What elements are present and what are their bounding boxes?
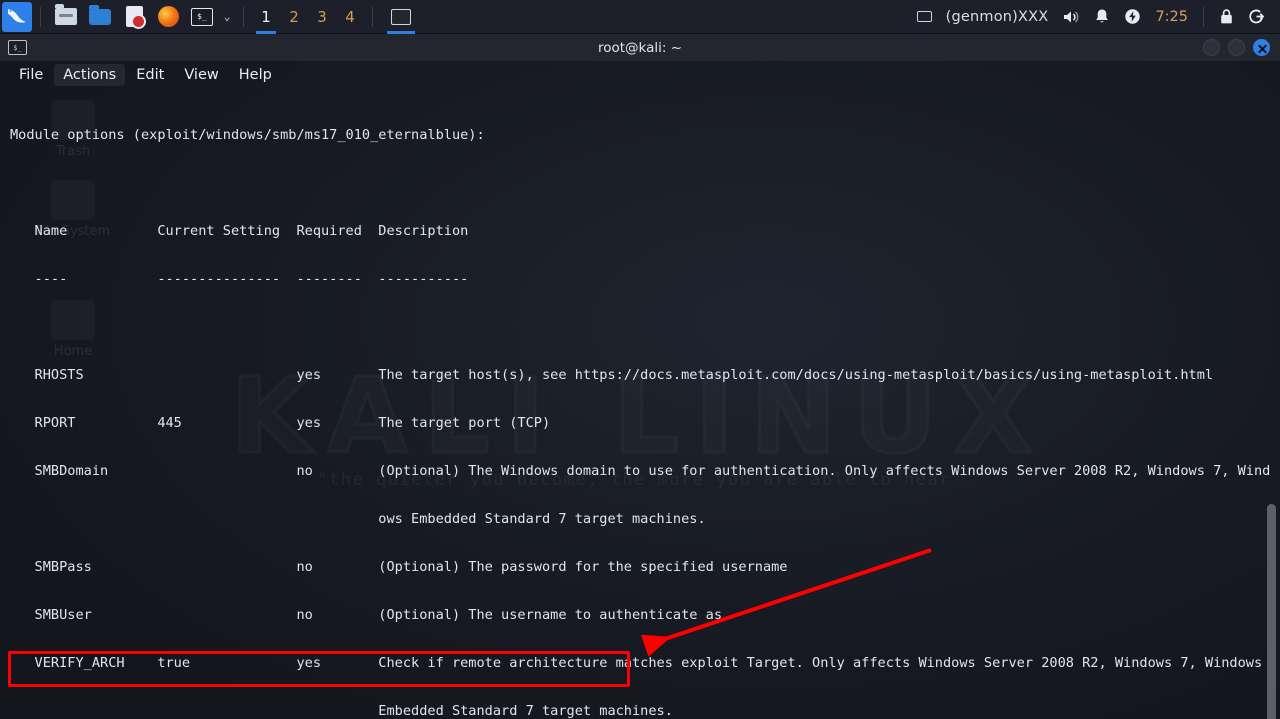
module-table-rule: ---- --------------- -------- ----------… (10, 271, 469, 287)
workspace-button-2[interactable]: 2 (280, 0, 308, 34)
table-row: Embedded Standard 7 target machines. (10, 703, 673, 719)
table-row: RHOSTS yes The target host(s), see https… (10, 367, 1214, 383)
maximize-button[interactable] (1228, 39, 1245, 56)
menu-item-actions[interactable]: Actions (54, 64, 126, 86)
panel-separator-2 (243, 6, 244, 27)
firefox-icon[interactable] (154, 3, 182, 31)
close-button[interactable] (1253, 39, 1270, 56)
table-row: ows Embedded Standard 7 target machines. (10, 511, 706, 527)
text-editor-icon[interactable] (120, 3, 148, 31)
panel-separator-3 (372, 6, 373, 27)
genmon-plugin-text[interactable]: (genmon)XXX (939, 0, 1056, 33)
kali-dragon-logo[interactable] (2, 1, 32, 32)
chevron-down-icon[interactable]: ⌄ (219, 10, 235, 23)
terminal-output-area[interactable]: Module options (exploit/windows/smb/ms17… (0, 89, 1280, 719)
file-manager-icon[interactable] (86, 3, 114, 31)
table-row: RPORT 445 yes The target port (TCP) (10, 415, 551, 431)
desktop-preview-icon (55, 4, 77, 25)
minimize-button[interactable] (1203, 39, 1220, 56)
speaker-icon[interactable] (1055, 0, 1087, 33)
terminal-scrollbar[interactable] (1267, 504, 1276, 719)
menu-item-edit[interactable]: Edit (127, 64, 173, 86)
module-table-columns: Name Current Setting Required Descriptio… (10, 223, 469, 239)
workspace-button-1[interactable]: 1 (252, 0, 280, 34)
terminal-window-icon (391, 8, 411, 25)
menu-bar: File Actions Edit View Help (0, 61, 1280, 89)
workspace-button-4[interactable]: 4 (336, 0, 364, 34)
firefox-globe-icon (157, 6, 179, 27)
terminal-icon[interactable]: $_ (188, 3, 216, 31)
folder-icon (89, 4, 111, 25)
window-title: root@kali: ~ (597, 39, 683, 56)
window-list-icon[interactable] (910, 0, 939, 33)
power-bolt-icon[interactable] (1117, 0, 1148, 33)
table-row: SMBUser no (Optional) The username to au… (10, 607, 723, 623)
window-glyph (916, 11, 932, 22)
panel-separator-1 (40, 6, 41, 27)
menu-item-view[interactable]: View (175, 64, 227, 86)
table-row: VERIFY_ARCH true yes Check if remote arc… (10, 655, 1263, 671)
workspace-button-3[interactable]: 3 (308, 0, 336, 34)
window-controls (1203, 39, 1280, 56)
panel-separator-4 (1203, 6, 1204, 27)
menu-item-file[interactable]: File (10, 64, 52, 86)
show-desktop-icon[interactable] (52, 3, 80, 31)
terminal-window: $_ root@kali: ~ File Actions Edit View H… (0, 34, 1280, 719)
clock[interactable]: 7:25 (1148, 0, 1195, 33)
taskbar-item-terminal[interactable] (387, 6, 415, 34)
table-row: SMBPass no (Optional) The password for t… (10, 559, 788, 575)
window-titlebar[interactable]: $_ root@kali: ~ (0, 34, 1280, 61)
table-row: SMBDomain no (Optional) The Windows doma… (10, 463, 1271, 479)
bell-icon[interactable] (1087, 0, 1117, 33)
system-tray: (genmon)XXX 7:25 (910, 0, 1280, 33)
top-panel: $_ ⌄ 1 2 3 4 (genmon)XXX 7:25 (0, 0, 1280, 34)
document-icon (125, 6, 146, 29)
panel-left-section: $_ ⌄ 1 2 3 4 (0, 0, 415, 34)
lock-icon[interactable] (1212, 0, 1241, 33)
menu-item-help[interactable]: Help (230, 64, 281, 86)
module-options-header: Module options (exploit/windows/smb/ms17… (10, 127, 485, 143)
terminal-prompt-icon: $_ (191, 7, 213, 26)
logout-icon[interactable] (1241, 0, 1272, 33)
